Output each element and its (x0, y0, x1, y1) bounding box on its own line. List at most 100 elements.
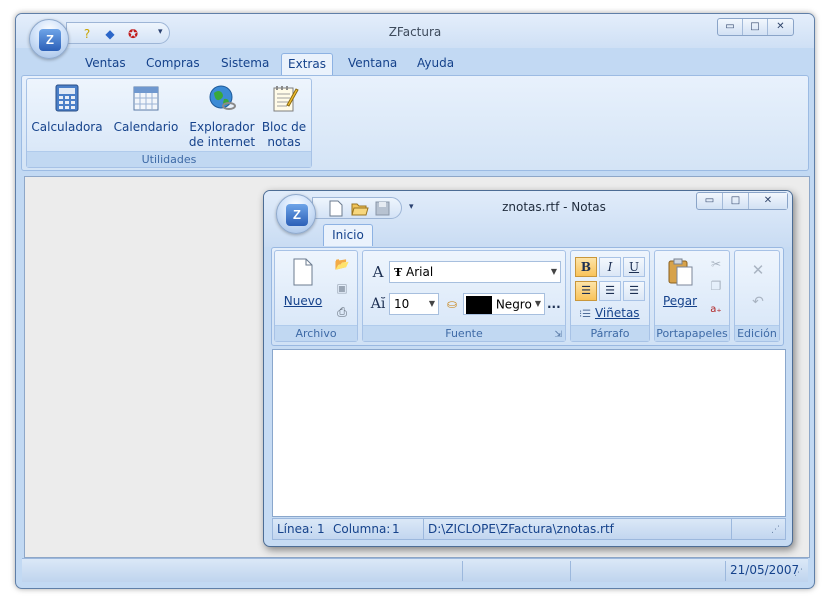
calendario-button[interactable]: Calendario (111, 83, 181, 135)
status-date: 21/05/2007 (730, 563, 800, 577)
copy-icon[interactable]: ❐ (707, 277, 725, 295)
group-label-parrafo: Párrafo (571, 325, 649, 341)
font-size-icon: Aĭ (370, 296, 386, 312)
window-title: ZFactura (388, 25, 442, 39)
status-separator (725, 561, 726, 581)
cut-icon[interactable]: ✂ (707, 255, 725, 273)
linea-value: 1 (317, 522, 325, 536)
columna-label: Columna: (333, 522, 391, 536)
text-editor-area[interactable] (272, 349, 786, 517)
save-icon[interactable] (375, 201, 390, 216)
notes-window-title: znotas.rtf - Notas (502, 200, 606, 214)
font-name-combo[interactable]: Ŧ Arial ▼ (389, 261, 561, 283)
tab-compras[interactable]: Compras (140, 53, 204, 75)
align-right-icon: ☰ (629, 284, 639, 297)
notes-maximize-button[interactable]: □ (723, 193, 749, 209)
tab-ventana[interactable]: Ventana (342, 53, 398, 75)
status-separator (423, 519, 424, 539)
calculator-icon (55, 84, 79, 112)
group-label-archivo: Archivo (275, 325, 357, 341)
notes-orb-button[interactable]: Z (276, 194, 316, 234)
linea-label: Línea: (277, 522, 314, 536)
group-fuente: A Ŧ Arial ▼ Aĭ 10 ▼ ⛀ Negro ▼ ... Fuente… (362, 250, 566, 342)
status-bar: 21/05/2007 ⋰ (22, 558, 808, 582)
group-label-edicion: Edición (735, 325, 779, 341)
calculadora-label: Calculadora (31, 120, 103, 134)
tab-inicio[interactable]: Inicio (323, 224, 373, 246)
align-center-icon: ☰ (605, 284, 615, 297)
notes-orb-logo: Z (286, 204, 308, 226)
group-portapapeles: Pegar ✂ ❐ a₊ Portapapeles (654, 250, 730, 342)
group-utilidades: Calculadora Calendario Explorador de int… (26, 78, 312, 168)
resize-grip-icon[interactable]: ⋰ (771, 524, 783, 536)
bold-button[interactable]: B (575, 257, 597, 277)
open-folder-icon[interactable] (351, 200, 369, 216)
tab-ayuda[interactable]: Ayuda (411, 53, 459, 75)
tab-extras[interactable]: Extras (281, 53, 333, 75)
new-file-icon (293, 258, 313, 286)
chevron-down-icon: ▼ (428, 299, 435, 308)
maximize-button[interactable]: □ (743, 19, 768, 35)
delete-icon[interactable]: ✕ (749, 261, 767, 279)
bloc-notas-button[interactable]: Bloc de notas (259, 83, 309, 150)
bloc-notas-label: Bloc de notas (261, 120, 307, 149)
status-separator (462, 561, 463, 581)
align-center-button[interactable]: ☰ (599, 281, 621, 301)
pegar-button[interactable]: Pegar (657, 257, 703, 309)
vinetas-button[interactable]: ⁝☰ Viñetas (579, 306, 640, 320)
color-swatch (466, 295, 492, 314)
tab-ventas[interactable]: Ventas (79, 53, 131, 75)
underline-button[interactable]: U (623, 257, 645, 277)
chevron-down-icon: ▼ (534, 299, 541, 308)
file-path: D:\ZICLOPE\ZFactura\znotas.rtf (428, 522, 614, 536)
window-controls: ▭ □ ✕ (717, 18, 794, 36)
notes-window-controls: ▭ □ ✕ (696, 192, 788, 210)
undo-icon[interactable]: ↶ (749, 293, 767, 311)
font-size-value: 10 (394, 297, 410, 311)
open-folder-icon[interactable]: 📂 (333, 255, 351, 273)
status-separator (731, 519, 732, 539)
group-edicion: ✕ ↶ Edición (734, 250, 780, 342)
font-color-combo[interactable]: Negro ▼ (463, 293, 545, 315)
calendario-label: Calendario (113, 120, 179, 134)
resize-grip-icon[interactable]: ⋰ (794, 567, 806, 579)
calendar-icon (133, 86, 159, 111)
align-right-button[interactable]: ☰ (623, 281, 645, 301)
paint-bucket-icon[interactable]: ⛀ (443, 295, 461, 313)
font-color-value: Negro (495, 297, 532, 312)
close-button[interactable]: ✕ (768, 19, 793, 35)
dialog-launcher-icon[interactable]: ⇲ (554, 330, 562, 340)
new-file-icon[interactable] (329, 200, 343, 217)
group-label-utilidades: Utilidades (27, 151, 311, 167)
bullet-list-icon: ⁝☰ (579, 309, 592, 320)
notepad-icon (273, 86, 299, 112)
explorador-button[interactable]: Explorador de internet (185, 83, 259, 150)
notes-customize-qat-icon[interactable]: ▾ (409, 202, 414, 212)
align-left-icon: ☰ (581, 284, 591, 297)
group-label-fuente: Fuente (363, 325, 565, 341)
format-painter-icon[interactable]: a₊ (707, 301, 725, 319)
save-icon[interactable]: ▣ (333, 279, 351, 297)
font-name-value: Arial (406, 265, 434, 279)
font-size-combo[interactable]: 10 ▼ (389, 293, 439, 315)
minimize-button[interactable]: ▭ (718, 19, 743, 35)
more-colors-button[interactable]: ... (547, 297, 561, 311)
status-separator (570, 561, 571, 581)
notes-window: ▾ Z znotas.rtf - Notas ▭ □ ✕ Inicio Nuev… (263, 190, 793, 547)
notes-ribbon-panel: Nuevo 📂 ▣ ⎙ Archivo A Ŧ Arial ▼ Aĭ 10 ▼ … (271, 247, 784, 346)
ribbon-panel: Calculadora Calendario Explorador de int… (21, 75, 809, 171)
group-archivo: Nuevo 📂 ▣ ⎙ Archivo (274, 250, 358, 342)
notes-close-button[interactable]: ✕ (749, 193, 787, 209)
paste-icon (668, 258, 693, 286)
italic-button[interactable]: I (599, 257, 621, 277)
nuevo-button[interactable]: Nuevo (279, 257, 327, 309)
columna-value: 1 (392, 522, 400, 536)
align-left-button[interactable]: ☰ (575, 281, 597, 301)
notes-status-bar: Línea: 1 Columna: 1 D:\ZICLOPE\ZFactura\… (272, 518, 786, 540)
truetype-icon: Ŧ (394, 266, 403, 279)
print-icon[interactable]: ⎙ (333, 303, 351, 321)
pegar-label: Pegar (662, 294, 698, 308)
tab-sistema[interactable]: Sistema (215, 53, 275, 75)
notes-minimize-button[interactable]: ▭ (697, 193, 723, 209)
calculadora-button[interactable]: Calculadora (31, 83, 103, 135)
